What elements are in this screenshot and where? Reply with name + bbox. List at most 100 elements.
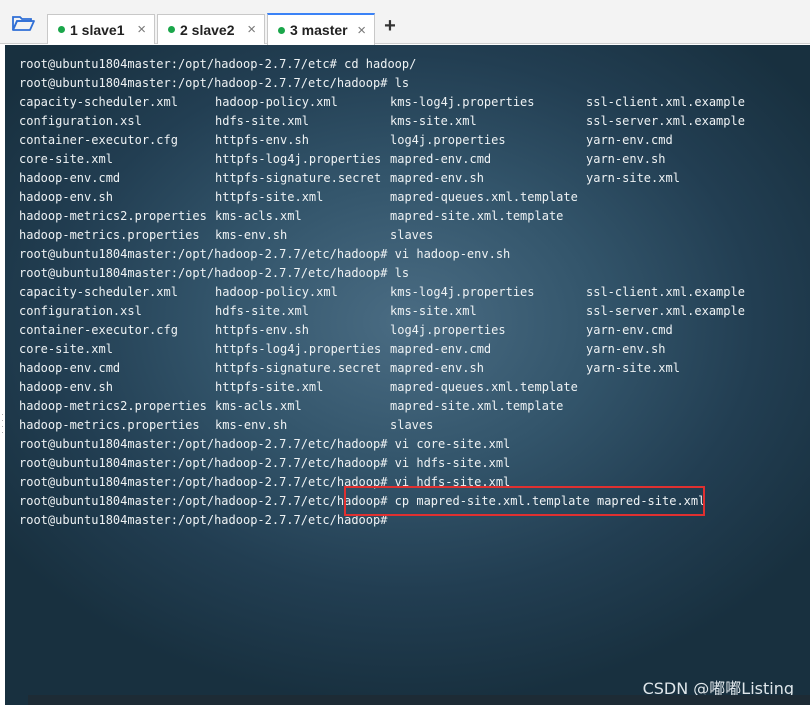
file-name: mapred-site.xml.template xyxy=(390,399,564,413)
ls-output-row: hadoop-env.sh httpfs-site.xml mapred-queue… xyxy=(19,378,705,397)
file-name: hadoop-env.sh xyxy=(19,190,113,204)
file-name: capacity-scheduler.xml xyxy=(19,95,178,109)
file-name: slaves xyxy=(390,418,434,432)
file-name: mapred-env.cmd xyxy=(390,152,492,166)
file-name: ssl-client.xml.example xyxy=(586,95,745,109)
command-text: root@ubuntu1804master:/opt/hadoop-2.7.7/… xyxy=(19,57,417,71)
file-name: slaves xyxy=(390,228,434,242)
file-name: hadoop-policy.xml xyxy=(215,95,338,109)
file-name: httpfs-env.sh xyxy=(215,323,309,337)
file-name: hadoop-env.cmd xyxy=(19,361,121,375)
file-name: mapred-env.sh xyxy=(390,171,484,185)
file-name: httpfs-site.xml xyxy=(215,190,324,204)
folder-open-icon[interactable] xyxy=(10,12,36,34)
file-name: container-executor.cfg xyxy=(19,323,178,337)
file-name: hadoop-metrics.properties xyxy=(19,418,200,432)
ls-output-row: core-site.xml httpfs-log4j.properties mapr… xyxy=(19,150,705,169)
file-name: kms-env.sh xyxy=(215,418,288,432)
file-name: core-site.xml xyxy=(19,152,113,166)
file-name: yarn-env.cmd xyxy=(586,133,673,147)
file-name: yarn-site.xml xyxy=(586,171,680,185)
file-name: mapred-queues.xml.template xyxy=(390,380,578,394)
status-dot xyxy=(168,26,175,33)
file-name: container-executor.cfg xyxy=(19,133,178,147)
file-name: hadoop-metrics2.properties xyxy=(19,209,207,223)
ls-output-row: configuration.xsl hdfs-site.xml kms-site.x… xyxy=(19,302,745,321)
command-text: root@ubuntu1804master:/opt/hadoop-2.7.7/… xyxy=(19,76,410,90)
file-name: ssl-server.xml.example xyxy=(586,304,745,318)
file-name: mapred-env.cmd xyxy=(390,342,492,356)
file-name: mapred-site.xml.template xyxy=(390,209,564,223)
file-name: httpfs-signature.secret xyxy=(215,361,382,375)
ls-output-row: core-site.xml httpfs-log4j.properties mapr… xyxy=(19,340,705,359)
file-name: httpfs-site.xml xyxy=(215,380,324,394)
command-line: root@ubuntu1804master:/opt/hadoop-2.7.7/… xyxy=(19,454,705,473)
tab-label: 1 slave1 xyxy=(70,21,125,38)
tab-master[interactable]: 3 master × xyxy=(267,13,375,45)
file-name: core-site.xml xyxy=(19,342,113,356)
command-line: root@ubuntu1804master:/opt/hadoop-2.7.7/… xyxy=(19,245,705,264)
file-name: hadoop-policy.xml xyxy=(215,285,338,299)
file-name: httpfs-log4j.properties xyxy=(215,342,382,356)
ls-output-row: hadoop-metrics2.properties kms-acls.xml ma… xyxy=(19,207,705,226)
file-name: mapred-queues.xml.template xyxy=(390,190,578,204)
file-name: yarn-env.sh xyxy=(586,152,666,166)
file-name: configuration.xsl xyxy=(19,304,142,318)
file-name: yarn-site.xml xyxy=(586,361,680,375)
ls-output-row: hadoop-env.sh httpfs-site.xml mapred-queue… xyxy=(19,188,705,207)
ls-output-row: hadoop-metrics.properties kms-env.sh slave… xyxy=(19,416,705,435)
ls-output-row: capacity-scheduler.xml hadoop-policy.xml k… xyxy=(19,93,745,112)
file-name: hadoop-metrics.properties xyxy=(19,228,200,242)
file-name: hadoop-env.sh xyxy=(19,380,113,394)
file-name: httpfs-env.sh xyxy=(215,133,309,147)
tab-slave1[interactable]: 1 slave1 × xyxy=(47,14,155,44)
file-name: yarn-env.cmd xyxy=(586,323,673,337)
tab-label: 2 slave2 xyxy=(180,21,235,38)
terminal-output: root@ubuntu1804master:/opt/hadoop-2.7.7/… xyxy=(19,55,745,530)
file-name: kms-log4j.properties xyxy=(390,285,535,299)
command-text: root@ubuntu1804master:/opt/hadoop-2.7.7/… xyxy=(19,456,511,470)
status-dot xyxy=(278,26,285,34)
file-name: hdfs-site.xml xyxy=(215,304,309,318)
command-text: root@ubuntu1804master:/opt/hadoop-2.7.7/… xyxy=(19,437,511,451)
tab-label: 3 master xyxy=(290,22,348,38)
file-name: capacity-scheduler.xml xyxy=(19,285,178,299)
plus-icon[interactable]: + xyxy=(381,15,399,37)
status-dot xyxy=(58,26,65,33)
file-name: kms-site.xml xyxy=(390,114,477,128)
ls-output-row: container-executor.cfg httpfs-env.sh log4j… xyxy=(19,321,705,340)
command-line: root@ubuntu1804master:/opt/hadoop-2.7.7/… xyxy=(19,74,705,93)
ls-output-row: capacity-scheduler.xml hadoop-policy.xml k… xyxy=(19,283,745,302)
file-name: kms-acls.xml xyxy=(215,399,302,413)
file-name: kms-log4j.properties xyxy=(390,95,535,109)
close-icon[interactable]: × xyxy=(129,21,146,38)
file-name: hdfs-site.xml xyxy=(215,114,309,128)
ls-output-row: hadoop-env.cmd httpfs-signature.secret map… xyxy=(19,359,705,378)
file-name: log4j.properties xyxy=(390,133,506,147)
file-name: log4j.properties xyxy=(390,323,506,337)
ls-output-row: container-executor.cfg httpfs-env.sh log4j… xyxy=(19,131,705,150)
file-name: yarn-env.sh xyxy=(586,342,666,356)
command-text: root@ubuntu1804master:/opt/hadoop-2.7.7/… xyxy=(19,513,388,527)
file-name: ssl-client.xml.example xyxy=(586,285,745,299)
file-name: kms-site.xml xyxy=(390,304,477,318)
ls-output-row: hadoop-metrics.properties kms-env.sh slave… xyxy=(19,226,705,245)
file-name: mapred-env.sh xyxy=(390,361,484,375)
close-icon[interactable]: × xyxy=(239,21,256,38)
command-line: root@ubuntu1804master:/opt/hadoop-2.7.7/… xyxy=(19,264,705,283)
close-icon[interactable]: × xyxy=(349,22,366,39)
status-strip xyxy=(28,695,810,705)
ls-output-row: configuration.xsl hdfs-site.xml kms-site.x… xyxy=(19,112,745,131)
ls-output-row: hadoop-env.cmd httpfs-signature.secret map… xyxy=(19,169,705,188)
command-line: root@ubuntu1804master:/opt/hadoop-2.7.7/… xyxy=(19,55,705,74)
file-name: httpfs-log4j.properties xyxy=(215,152,382,166)
terminal-pane[interactable]: root@ubuntu1804master:/opt/hadoop-2.7.7/… xyxy=(5,45,810,705)
file-name: hadoop-metrics2.properties xyxy=(19,399,207,413)
command-text: root@ubuntu1804master:/opt/hadoop-2.7.7/… xyxy=(19,266,410,280)
highlight-box xyxy=(344,486,705,516)
file-name: kms-acls.xml xyxy=(215,209,302,223)
file-name: hadoop-env.cmd xyxy=(19,171,121,185)
file-name: httpfs-signature.secret xyxy=(215,171,382,185)
command-line: root@ubuntu1804master:/opt/hadoop-2.7.7/… xyxy=(19,435,705,454)
tab-slave2[interactable]: 2 slave2 × xyxy=(157,14,265,44)
